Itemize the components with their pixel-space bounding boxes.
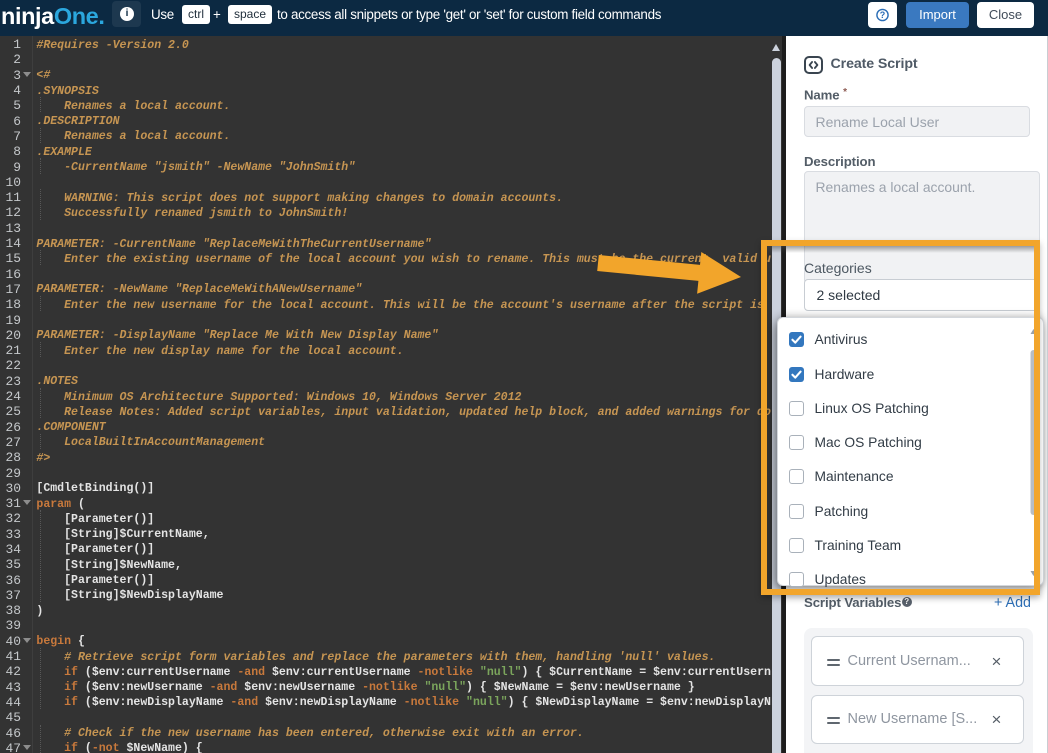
svg-text:?: ? — [880, 10, 886, 20]
